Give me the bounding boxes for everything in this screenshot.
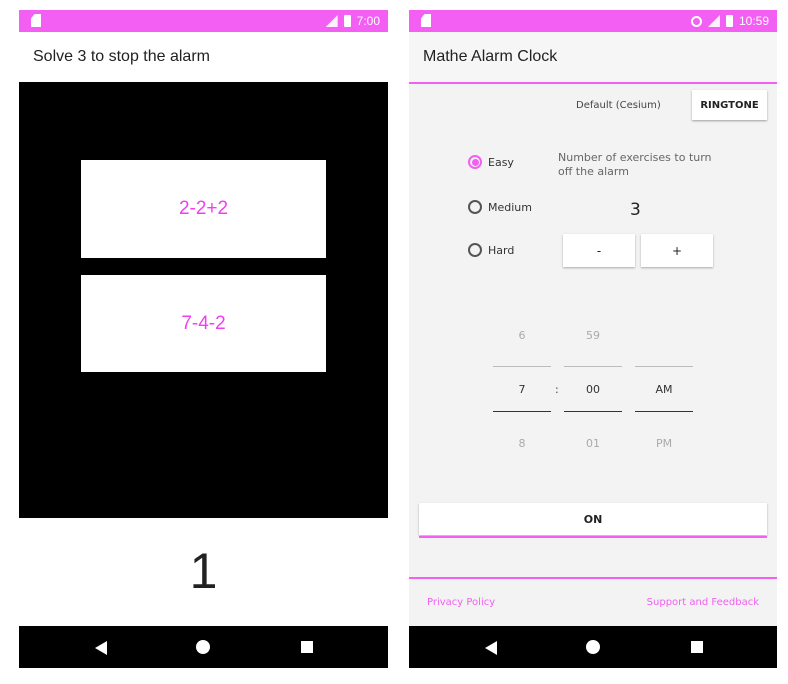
recent-apps-icon[interactable] [301,641,313,653]
navigation-bar [19,626,388,668]
title-bar: Mathe Alarm Clock [409,32,777,82]
picker-divider [493,411,551,412]
ampm-current[interactable]: AM [635,383,693,396]
decrease-button[interactable]: - [563,234,635,267]
hour-current[interactable]: 7 [493,383,551,396]
sim-card-icon [31,14,41,27]
home-icon[interactable] [196,640,210,654]
ampm-picker[interactable]: AM PM [635,326,693,466]
home-icon[interactable] [586,640,600,654]
radio-selected-icon[interactable] [468,155,482,169]
alarm-clock-icon [690,15,702,27]
privacy-policy-link[interactable]: Privacy Policy [427,597,495,608]
difficulty-easy[interactable]: Easy [468,155,514,169]
page-title: Solve 3 to stop the alarm [33,48,210,65]
recent-apps-icon[interactable] [691,641,703,653]
difficulty-label: Medium [488,200,532,214]
sim-card-icon [421,14,431,27]
alarm-challenge-screen: 7:00 Solve 3 to stop the alarm 2-2+2 7-4… [19,10,388,668]
hour-prev[interactable]: 6 [493,329,551,342]
divider [409,577,777,579]
difficulty-label: Easy [488,155,514,169]
alarm-settings-screen: 10:59 Mathe Alarm Clock Default (Cesium)… [409,10,777,668]
hour-next[interactable]: 8 [493,437,551,450]
button-underline [419,536,767,538]
app-title: Mathe Alarm Clock [423,48,558,65]
support-feedback-link[interactable]: Support and Feedback [647,597,759,608]
picker-divider [635,411,693,412]
current-ringtone: Default (Cesium) [576,100,661,111]
minute-next[interactable]: 01 [564,437,622,450]
picker-divider [635,366,693,367]
ampm-next[interactable]: PM [635,437,693,450]
back-icon[interactable] [485,641,497,655]
minute-prev[interactable]: 59 [564,329,622,342]
difficulty-medium[interactable]: Medium [468,200,532,214]
status-time: 10:59 [738,14,769,28]
signal-icon [707,15,720,27]
equation-card[interactable]: 7-4-2 [81,275,326,372]
status-bar: 7:00 [19,10,388,32]
ringtone-button[interactable]: RINGTONE [692,90,767,120]
minute-current[interactable]: 00 [564,383,622,396]
status-time: 7:00 [356,14,380,28]
status-bar: 10:59 [409,10,777,32]
picker-divider [564,411,622,412]
picker-divider [493,366,551,367]
alarm-on-button[interactable]: ON [419,503,767,535]
increase-button[interactable]: + [641,234,713,267]
exercise-count-value: 3 [630,200,641,220]
exercise-area: 2-2+2 7-4-2 [19,82,388,518]
back-icon[interactable] [95,641,107,655]
solved-counter: 1 [189,543,218,599]
difficulty-hard[interactable]: Hard [468,243,514,257]
radio-icon[interactable] [468,200,482,214]
equation-card[interactable]: 2-2+2 [81,160,326,258]
divider [409,82,777,84]
radio-icon[interactable] [468,243,482,257]
difficulty-label: Hard [488,243,515,257]
signal-icon [325,15,338,27]
navigation-bar [409,626,777,668]
exercise-count-label: Number of exercises to turn off the alar… [558,151,712,178]
battery-icon [725,15,733,27]
battery-icon [343,15,351,27]
title-bar: Solve 3 to stop the alarm [19,32,388,82]
time-separator: : [555,383,559,396]
minute-picker[interactable]: 59 00 01 [564,326,622,466]
hour-picker[interactable]: 6 7 8 [493,326,551,466]
picker-divider [564,366,622,367]
